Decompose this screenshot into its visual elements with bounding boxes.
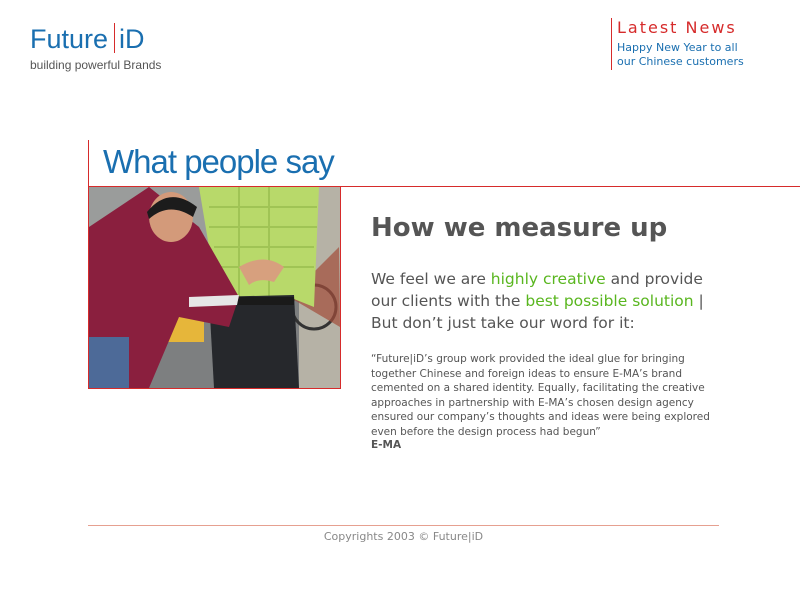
logo[interactable]: Future iD building powerful Brands [30,22,161,72]
latest-news-panel: Latest News Happy New Year to all our Ch… [611,18,744,70]
content-heading: How we measure up [371,213,668,243]
news-item-line1: Happy New Year to all [617,41,738,54]
logo-wordmark: Future iD [30,22,161,56]
footer-copyright: Copyrights 2003 © Future|iD [323,530,484,543]
section-divider-horizontal [341,186,800,187]
logo-divider [114,23,116,53]
logo-tagline: building powerful Brands [30,58,162,72]
news-item-link[interactable]: Happy New Year to all our Chinese custom… [617,41,744,69]
latest-news-title: Latest News [617,18,737,37]
testimonial-photo [88,186,341,389]
logo-name-right: iD [119,24,145,54]
lead-text-1: We feel we are [371,270,491,288]
logo-name-left: Future [30,24,109,54]
section-title: What people say [103,143,335,180]
news-item-line2: our Chinese customers [617,55,744,68]
testimonial-quote: “Future|iD’s group work provided the ide… [371,353,710,438]
lead-highlight-1: highly creative [490,270,606,288]
lead-highlight-2: best possible [525,292,628,310]
lead-paragraph: We feel we are highly creative and provi… [371,268,721,334]
footer-divider [88,525,719,526]
testimonial-author: E-MA [371,439,402,451]
testimonial-photo-illustration [89,187,340,388]
section-divider-vertical [88,140,89,186]
testimonial-content: How we measure up We feel we are highly … [371,210,721,451]
lead-highlight-3: solution [632,292,694,310]
